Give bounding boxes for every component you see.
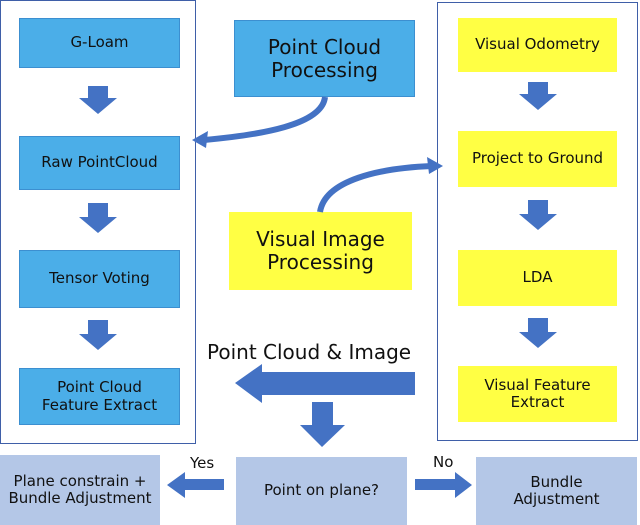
down-arrow-icon: [519, 82, 557, 110]
arrows-layer: [79, 82, 557, 498]
yes-arrow-icon: [167, 472, 224, 498]
left-arrow-icon: [235, 364, 415, 403]
down-arrow-icon: [79, 320, 117, 350]
down-arrow-icon: [300, 402, 345, 447]
diagram: G-Loam Raw PointCloud Tensor Voting Poin…: [0, 0, 640, 525]
down-arrow-icon: [519, 318, 557, 348]
no-arrow-icon: [415, 472, 472, 498]
down-arrow-icon: [79, 86, 117, 114]
down-arrow-icon: [519, 200, 557, 230]
curved-arrow-visual: [317, 163, 433, 213]
down-arrow-icon: [79, 203, 117, 233]
curved-arrow-pc: [203, 96, 328, 143]
